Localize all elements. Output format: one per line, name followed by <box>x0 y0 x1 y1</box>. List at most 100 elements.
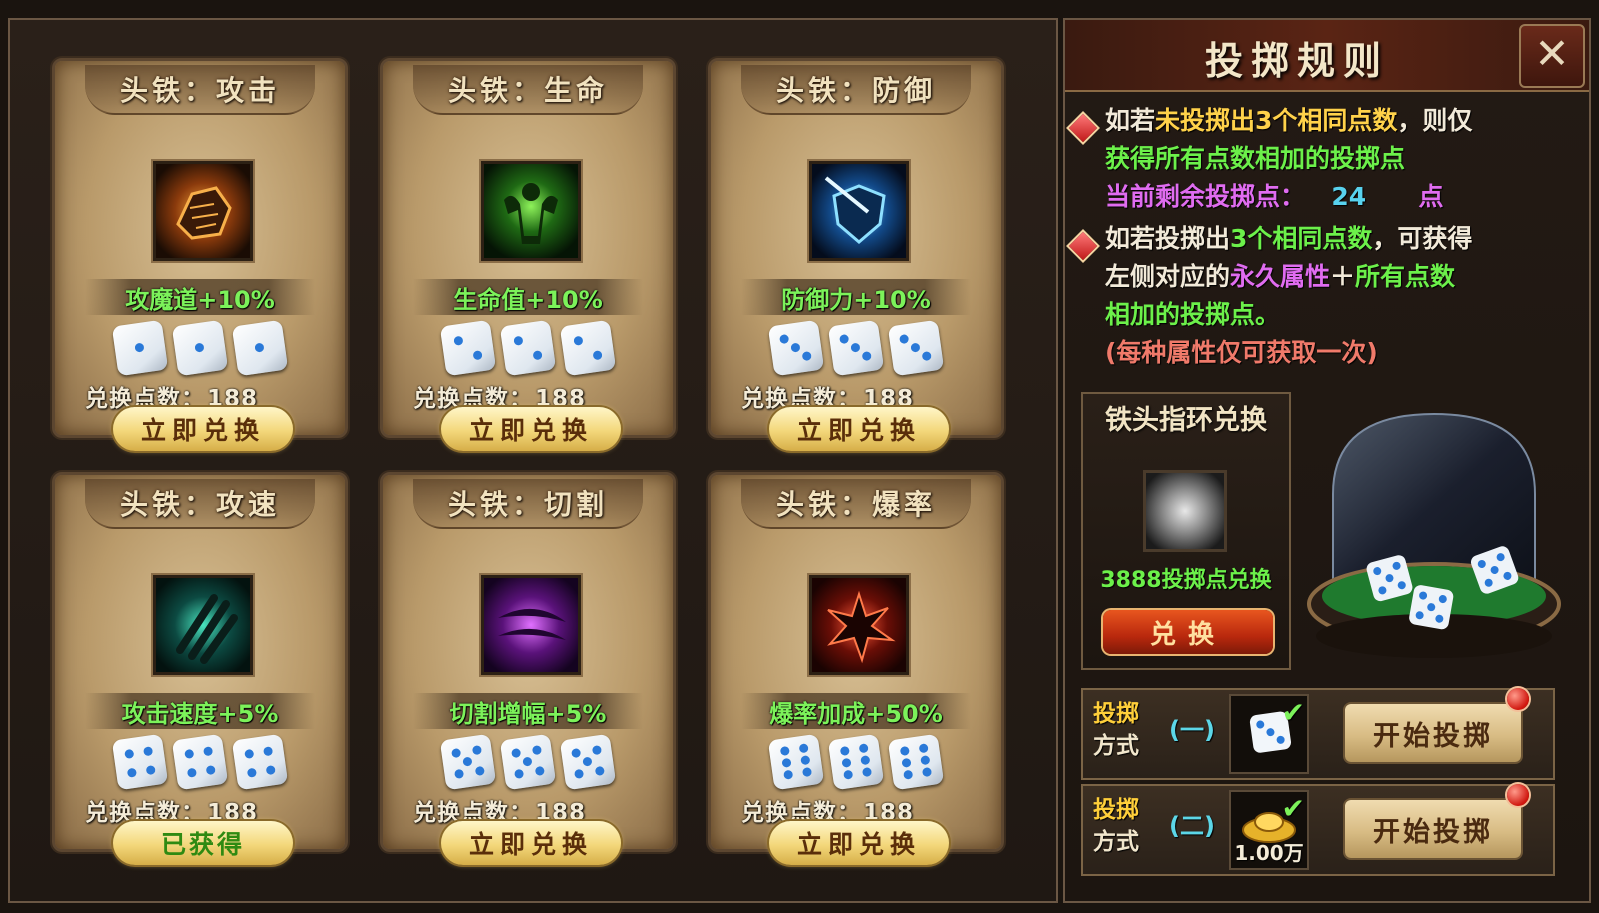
dice-row <box>711 319 1001 377</box>
rule-highlight: 获得所有点数相加的投掷点 <box>1105 144 1406 173</box>
remaining-points-value: 24 <box>1331 182 1367 211</box>
throw-label: 投掷 方式 (二) <box>1093 794 1223 870</box>
card-drop-rate: 头铁：爆率 爆率加成+50% 兑换点数：188 立即兑换 <box>708 472 1004 865</box>
ring-title: 铁头指环兑换 <box>1105 405 1267 436</box>
card-defense: 头铁：防御 防御力+10% 兑换点数：188 立即兑换 <box>708 58 1004 451</box>
rule-text: ，则仅 <box>1397 106 1473 135</box>
dice-row <box>383 733 673 791</box>
close-button[interactable]: ✕ <box>1519 24 1585 88</box>
diamond-bullet-icon <box>1068 231 1098 261</box>
card-title: 头铁：攻速 <box>85 479 315 529</box>
dice-cost-icon: ✔ <box>1229 694 1309 774</box>
dice-icon <box>111 319 169 377</box>
dice-icon <box>439 733 497 791</box>
remaining-points-label: 当前剩余投掷点： <box>1105 182 1306 211</box>
bonus-text: 生命值+10% <box>413 279 643 315</box>
card-title: 头铁：攻击 <box>85 65 315 115</box>
card-cut: 头铁：切割 切割增幅+5% 兑换点数：188 立即兑换 <box>380 472 676 865</box>
rule-text: 左侧对应的 <box>1105 262 1231 291</box>
diamond-bullet-icon <box>1068 113 1098 143</box>
dice-icon <box>767 319 825 377</box>
rules-header: 投掷规则 ✕ <box>1065 20 1589 92</box>
throw-option-one: 投掷 方式 (一) ✔ 开始投掷 <box>1081 688 1555 780</box>
dice-icon <box>559 733 617 791</box>
notification-dot-icon <box>1507 688 1529 710</box>
notification-dot-icon <box>1507 784 1529 806</box>
bonus-text: 切割增幅+5% <box>413 693 643 729</box>
card-title: 头铁：防御 <box>741 65 971 115</box>
rule-text: 如若 <box>1105 106 1156 135</box>
bonus-text: 攻魔道+10% <box>85 279 315 315</box>
redeem-button[interactable]: 立即兑换 <box>441 407 621 451</box>
dice-icon <box>887 733 945 791</box>
shield-icon <box>809 161 909 261</box>
dice-row <box>55 319 345 377</box>
bonus-text: 防御力+10% <box>741 279 971 315</box>
ring-exchange-box: 铁头指环兑换 3888投掷点兑换 兑换 <box>1081 392 1291 670</box>
rule-one: 如若未投掷出3个相同点数，则仅 获得所有点数相加的投掷点 当前剩余投掷点： 24… <box>1105 102 1579 216</box>
dice-icon <box>767 733 825 791</box>
remaining-points-unit: 点 <box>1418 182 1444 211</box>
start-throw-button[interactable]: 开始投掷 <box>1345 704 1521 762</box>
dice-dome-icon <box>1303 404 1565 674</box>
rule-highlight: 3个相同点数 <box>1230 224 1373 253</box>
dice-row <box>55 733 345 791</box>
throw-label: 投掷 方式 (一) <box>1093 698 1223 774</box>
dice-icon <box>231 319 289 377</box>
throw-number: (二) <box>1169 812 1215 840</box>
dice-icon <box>827 733 885 791</box>
card-life: 头铁：生命 生命值+10% 兑换点数：188 立即兑换 <box>380 58 676 451</box>
dice-row <box>383 319 673 377</box>
card-attack-speed: 头铁：攻速 攻击速度+5% 兑换点数：188 已获得 <box>52 472 348 865</box>
rule-text: ，可获得 <box>1372 224 1473 253</box>
card-title: 头铁：爆率 <box>741 479 971 529</box>
checkmark-icon: ✔ <box>1281 696 1305 729</box>
claw-slash-icon <box>153 575 253 675</box>
dice-icon <box>499 319 557 377</box>
muscle-icon <box>481 161 581 261</box>
rule-text: ＋ <box>1330 262 1356 291</box>
card-title: 头铁：切割 <box>413 479 643 529</box>
dice-icon <box>171 733 229 791</box>
rule-highlight: 永久属性 <box>1230 262 1331 291</box>
gold-ingot-icon: ✔ 1.00万 <box>1229 790 1309 870</box>
rule-highlight: 未投掷出3个相同点数 <box>1155 106 1398 135</box>
gold-amount: 1.00万 <box>1234 841 1304 865</box>
bonus-text: 爆率加成+50% <box>741 693 971 729</box>
ring-exchange-button[interactable]: 兑换 <box>1103 610 1273 654</box>
fist-icon <box>153 161 253 261</box>
card-title: 头铁：生命 <box>413 65 643 115</box>
ring-cost: 3888投掷点兑换 <box>1100 568 1272 593</box>
dice-icon <box>111 733 169 791</box>
redeem-button[interactable]: 立即兑换 <box>769 821 949 865</box>
burst-icon <box>809 575 909 675</box>
redeem-button[interactable]: 立即兑换 <box>113 407 293 451</box>
dice-icon <box>559 319 617 377</box>
checkmark-icon: ✔ <box>1281 792 1305 825</box>
dice-row <box>711 733 1001 791</box>
throw-number: (一) <box>1169 716 1215 744</box>
purple-slash-icon <box>481 575 581 675</box>
ring-item-icon[interactable] <box>1143 470 1227 552</box>
rules-title: 投掷规则 <box>1204 39 1389 83</box>
dice-icon <box>231 733 289 791</box>
rule-highlight: 相加的投掷点。 <box>1105 300 1281 329</box>
rule-highlight: 所有点数 <box>1355 262 1456 291</box>
rule-two: 如若投掷出3个相同点数，可获得 左侧对应的永久属性＋所有点数 相加的投掷点。 (… <box>1105 220 1579 372</box>
rule-note: (每种属性仅可获取一次) <box>1105 338 1378 367</box>
redeem-button[interactable]: 立即兑换 <box>769 407 949 451</box>
dice-icon <box>171 319 229 377</box>
start-throw-button[interactable]: 开始投掷 <box>1345 800 1521 858</box>
dice-icon <box>887 319 945 377</box>
bonus-text: 攻击速度+5% <box>85 693 315 729</box>
dice-icon <box>439 319 497 377</box>
card-attack: 头铁：攻击 攻魔道+10% 兑换点数：188 立即兑换 <box>52 58 348 451</box>
rules-panel: 投掷规则 ✕ 如若未投掷出3个相同点数，则仅 获得所有点数相加的投掷点 当前剩余… <box>1063 18 1591 903</box>
obtained-button[interactable]: 已获得 <box>113 821 293 865</box>
dice-icon <box>827 319 885 377</box>
dice-icon <box>499 733 557 791</box>
redeem-button[interactable]: 立即兑换 <box>441 821 621 865</box>
throw-option-two: 投掷 方式 (二) ✔ 1.00万 开始投掷 <box>1081 784 1555 876</box>
rule-text: 如若投掷出 <box>1105 224 1231 253</box>
exchange-panel: 头铁：攻击 攻魔道+10% 兑换点数：188 立即兑换 头铁：生命 生命值+10… <box>8 18 1058 903</box>
